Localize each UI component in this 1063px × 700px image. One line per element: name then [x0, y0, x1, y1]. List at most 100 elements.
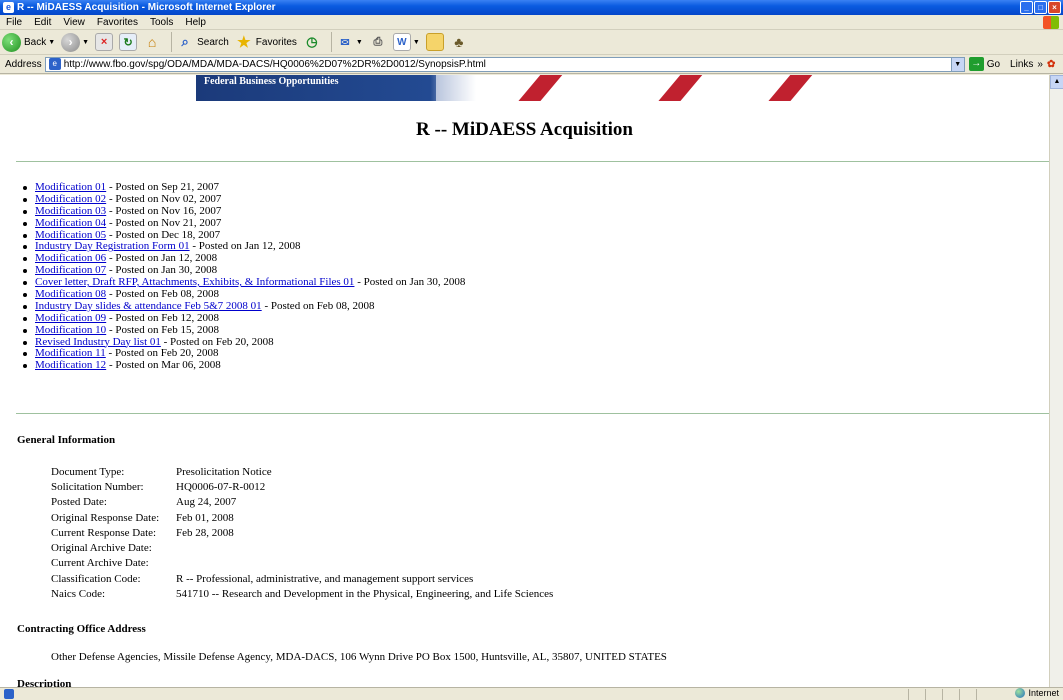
status-pane [942, 689, 959, 700]
back-label: Back [24, 36, 47, 48]
modification-link[interactable]: Modification 02 [35, 193, 106, 205]
modification-link[interactable]: Modification 09 [35, 312, 106, 324]
modification-link[interactable]: Cover letter, Draft RFP, Attachments, Ex… [35, 276, 354, 288]
modification-link[interactable]: Modification 10 [35, 324, 106, 336]
flag-stripe [755, 75, 819, 101]
vertical-scrollbar[interactable]: ▲ [1049, 75, 1063, 687]
table-row: Solicitation Number: HQ0006-07-R-0012 [51, 479, 553, 494]
banner-text: Federal Business Opportunities [204, 76, 339, 87]
search-button[interactable]: ⌕ Search [176, 31, 229, 53]
toolbar-separator [171, 32, 173, 52]
posted-date: - Posted on Feb 15, 2008 [106, 323, 219, 336]
modification-link[interactable]: Modification 05 [35, 229, 106, 241]
modification-link[interactable]: Industry Day Registration Form 01 [35, 240, 190, 253]
home-button[interactable]: ⌂ [143, 31, 161, 53]
modification-link[interactable]: Modification 04 [35, 217, 106, 229]
go-button[interactable]: → Go [968, 57, 1001, 71]
chevron-down-icon[interactable]: ▼ [356, 39, 363, 46]
messenger-icon: ♣ [454, 34, 464, 50]
posted-date: - Posted on Nov 02, 2007 [106, 192, 222, 205]
close-icon[interactable]: × [1048, 1, 1061, 14]
chevron-down-icon[interactable]: ▼ [82, 39, 89, 46]
toolbar-extra-icon[interactable]: ✿ [1047, 59, 1055, 70]
modification-link[interactable]: Modification 06 [35, 252, 106, 264]
info-value: Aug 24, 2007 [176, 496, 237, 509]
description-heading: Description [17, 678, 72, 687]
menu-file[interactable]: File [0, 17, 28, 28]
messenger-button[interactable]: ♣ [450, 31, 468, 53]
info-value: Presolicitation Notice [176, 465, 272, 478]
posted-date: - Posted on Feb 12, 2008 [106, 311, 219, 324]
search-label: Search [197, 36, 229, 48]
contracting-office-heading: Contracting Office Address [17, 623, 146, 635]
edit-button[interactable]: W ▼ [392, 31, 420, 53]
status-pane [925, 689, 942, 700]
table-row: Current Archive Date: [51, 556, 553, 571]
favorites-button[interactable]: ★ Favorites [235, 31, 297, 53]
url-input[interactable] [63, 57, 951, 71]
posted-date: - Posted on Feb 20, 2008 [105, 347, 219, 360]
history-icon: ◷ [306, 34, 318, 49]
menu-help[interactable]: Help [179, 17, 212, 28]
status-panes [908, 689, 993, 700]
modification-link[interactable]: Modification 08 [35, 288, 106, 300]
address-field[interactable]: e ▼ [44, 56, 965, 72]
links-button[interactable]: Links » ✿ [1010, 59, 1055, 70]
modification-link[interactable]: Modification 11 [35, 347, 106, 360]
scroll-up-icon[interactable]: ▲ [1050, 75, 1063, 89]
table-row: Original Response Date: Feb 01, 2008 [51, 510, 553, 525]
modification-link[interactable]: Modification 12 [35, 359, 106, 371]
modification-link[interactable]: Modification 07 [35, 264, 106, 276]
window-controls: _ □ × [1020, 1, 1061, 14]
divider [16, 413, 1049, 414]
flag-stripe [505, 75, 569, 101]
discuss-button[interactable] [425, 31, 444, 53]
go-label: Go [986, 58, 1001, 70]
minimize-icon[interactable]: _ [1020, 1, 1033, 14]
forward-button[interactable]: › ▼ [61, 31, 89, 53]
table-row: Naics Code: 541710 -- Research and Develo… [51, 586, 553, 601]
zone-label: Internet [1028, 688, 1059, 698]
posted-date: - Posted on Jan 30, 2008 [354, 276, 466, 289]
chevron-down-icon[interactable]: ▼ [413, 39, 420, 46]
info-label: Original Archive Date: [51, 542, 152, 555]
chevron-down-icon[interactable]: ▼ [950, 57, 964, 71]
stop-button[interactable]: × [95, 31, 114, 53]
address-bar: Address e ▼ → Go Links » ✿ [0, 55, 1063, 74]
ie-icon: e [3, 2, 14, 13]
menu-edit[interactable]: Edit [28, 17, 57, 28]
back-button[interactable]: ‹ Back ▼ [2, 31, 55, 53]
menu-view[interactable]: View [57, 17, 91, 28]
history-button[interactable]: ◷ [303, 31, 321, 53]
divider [16, 161, 1049, 162]
modification-link[interactable]: Industry Day slides & attendance Feb 5&7… [35, 300, 262, 312]
table-row: Current Response Date: Feb 28, 2008 [51, 525, 553, 540]
info-label: Naics Code: [51, 588, 106, 601]
posted-date: - Posted on Mar 06, 2008 [106, 359, 221, 372]
refresh-button[interactable]: ↻ [119, 31, 138, 53]
go-arrow-icon: → [968, 57, 984, 71]
home-icon: ⌂ [147, 34, 157, 50]
maximize-icon[interactable]: □ [1034, 1, 1047, 14]
title-bar: e R -- MiDAESS Acquisition - Microsoft I… [0, 0, 1063, 15]
menu-favorites[interactable]: Favorites [91, 17, 144, 28]
print-button[interactable]: ⎙ [369, 31, 387, 53]
chevron-down-icon[interactable]: ▼ [48, 39, 55, 46]
modification-link[interactable]: Revised Industry Day list 01 [35, 336, 161, 348]
info-label: Original Response Date: [51, 511, 160, 524]
mail-button[interactable]: ✉ ▼ [336, 31, 363, 53]
modification-link[interactable]: Modification 01 [35, 181, 106, 193]
info-value [176, 540, 553, 555]
info-value [176, 556, 553, 571]
page-content: Federal Business Opportunities R -- MiDA… [0, 75, 1049, 687]
folder-icon [425, 33, 444, 51]
posted-date: - Posted on Sep 21, 2007 [106, 181, 219, 193]
info-label: Solicitation Number: [51, 480, 144, 493]
menu-tools[interactable]: Tools [144, 17, 179, 28]
menu-bar: File Edit View Favorites Tools Help [0, 15, 1063, 30]
info-label: Current Archive Date: [51, 557, 149, 570]
modification-link[interactable]: Modification 03 [35, 205, 106, 217]
info-label: Current Response Date: [51, 526, 157, 539]
toolbar: ‹ Back ▼ › ▼ × ↻ ⌂ ⌕ Search ★ Favorites … [0, 30, 1063, 55]
search-icon: ⌕ [181, 34, 189, 49]
